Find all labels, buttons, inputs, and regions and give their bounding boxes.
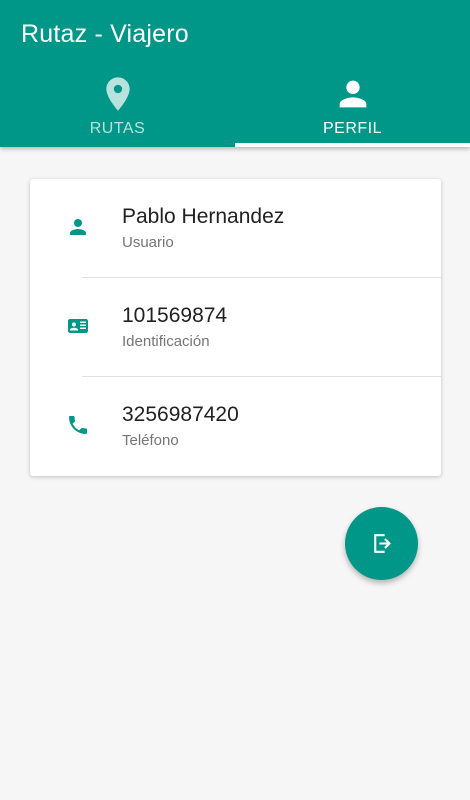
logout-icon bbox=[374, 534, 391, 553]
tab-perfil-label: PERFIL bbox=[322, 120, 382, 137]
identification-label: Identificación bbox=[122, 333, 210, 350]
logout-button[interactable] bbox=[345, 507, 418, 580]
location-pin-icon bbox=[105, 77, 130, 111]
id-card-icon bbox=[68, 319, 88, 333]
person-icon bbox=[339, 80, 366, 108]
profile-row-usuario: Pablo Hernandez Usuario bbox=[30, 179, 441, 278]
phone-icon bbox=[69, 416, 87, 434]
profile-row-telefono: 3256987420 Teléfono bbox=[30, 377, 441, 476]
user-name-label: Usuario bbox=[122, 234, 174, 251]
app-bar: Rutaz - Viajero RUTAS PERFIL bbox=[0, 0, 470, 147]
tab-rutas-label: RUTAS bbox=[89, 120, 146, 137]
identification-value: 101569874 bbox=[122, 304, 228, 327]
tab-rutas[interactable]: RUTAS bbox=[0, 70, 235, 147]
tab-perfil[interactable]: PERFIL bbox=[235, 70, 470, 147]
app-title: Rutaz - Viajero bbox=[21, 20, 189, 48]
user-name-value: Pablo Hernandez bbox=[122, 205, 285, 228]
phone-label: Teléfono bbox=[122, 432, 179, 449]
profile-card: Pablo Hernandez Usuario 101569874 Identi… bbox=[30, 179, 441, 476]
phone-value: 3256987420 bbox=[122, 403, 239, 426]
profile-row-identificacion: 101569874 Identificación bbox=[30, 278, 441, 377]
active-tab-indicator bbox=[235, 143, 470, 147]
person-icon bbox=[70, 219, 86, 235]
tab-bar: RUTAS PERFIL bbox=[0, 70, 470, 147]
